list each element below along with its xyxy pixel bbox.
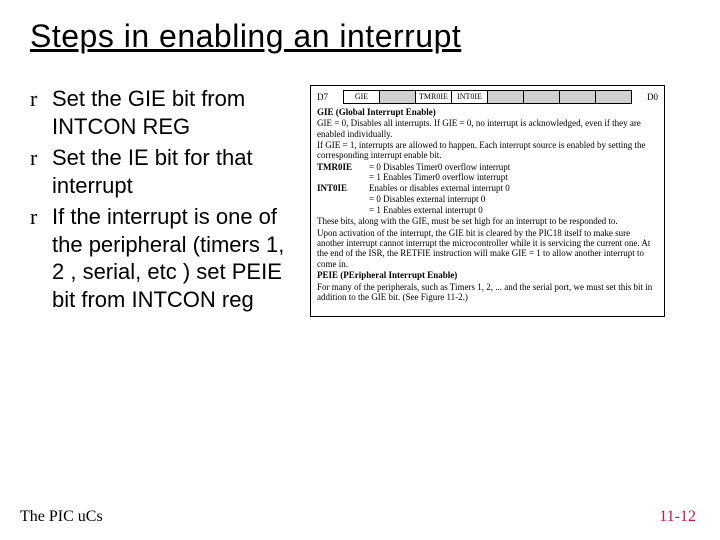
gie-heading: GIE (Global Interrupt Enable) <box>317 107 658 117</box>
gie-line: GIE = 0, Disables all interrupts. If GIE… <box>317 118 658 139</box>
field-value: = 1 Enables external interrupt 0 <box>317 205 658 215</box>
reg-cell: TMR0IE <box>416 91 452 103</box>
footer-left: The PIC uCs <box>20 508 103 526</box>
reg-cell: GIE <box>344 91 380 103</box>
content-row: Set the GIE bit from INTCON REG Set the … <box>30 85 690 317</box>
field-label: INT0IE <box>317 183 369 193</box>
register-diagram: D7 GIE TMR0IE INT0IE D0 GIE (Global Inte… <box>310 85 665 317</box>
int-row: INT0IE Enables or disables external inte… <box>317 183 658 193</box>
reg-cell <box>524 91 560 103</box>
slide-title: Steps in enabling an interrupt <box>30 18 690 55</box>
reg-cell <box>380 91 416 103</box>
field-value: = 0 Disables Timer0 overflow interrupt <box>369 162 658 172</box>
peie-line: For many of the peripherals, such as Tim… <box>317 282 658 303</box>
peie-heading: PEIE (PEripheral Interrupt Enable) <box>317 270 658 280</box>
note-line: These bits, along with the GIE, must be … <box>317 216 658 226</box>
field-value: = 0 Disables external interrupt 0 <box>317 194 658 204</box>
reg-cell <box>596 91 631 103</box>
list-item: Set the IE bit for that interrupt <box>30 144 300 199</box>
list-item: If the interrupt is one of the periphera… <box>30 203 300 313</box>
reg-cell: INT0IE <box>452 91 488 103</box>
list-item: Set the GIE bit from INTCON REG <box>30 85 300 140</box>
tmr-row: TMR0IE = 0 Disables Timer0 overflow inte… <box>317 162 658 172</box>
bit-label-d0: D0 <box>632 90 658 104</box>
field-label: TMR0IE <box>317 162 369 172</box>
slide-footer: The PIC uCs 11-12 <box>20 508 696 526</box>
field-value: = 1 Enables Timer0 overflow interrupt <box>317 172 658 182</box>
register-description: GIE (Global Interrupt Enable) GIE = 0, D… <box>317 107 658 302</box>
reg-cell <box>488 91 524 103</box>
page-number: 11-12 <box>659 508 696 526</box>
note-line: Upon activation of the interrupt, the GI… <box>317 228 658 269</box>
gie-line: If GIE = 1, interrupts are allowed to ha… <box>317 140 658 161</box>
register-row: D7 GIE TMR0IE INT0IE D0 <box>317 90 658 104</box>
reg-cell <box>560 91 596 103</box>
field-value: Enables or disables external interrupt 0 <box>369 183 658 193</box>
bit-label-d7: D7 <box>317 90 343 104</box>
bullet-list: Set the GIE bit from INTCON REG Set the … <box>30 85 300 317</box>
register-boxes: GIE TMR0IE INT0IE <box>343 90 632 104</box>
